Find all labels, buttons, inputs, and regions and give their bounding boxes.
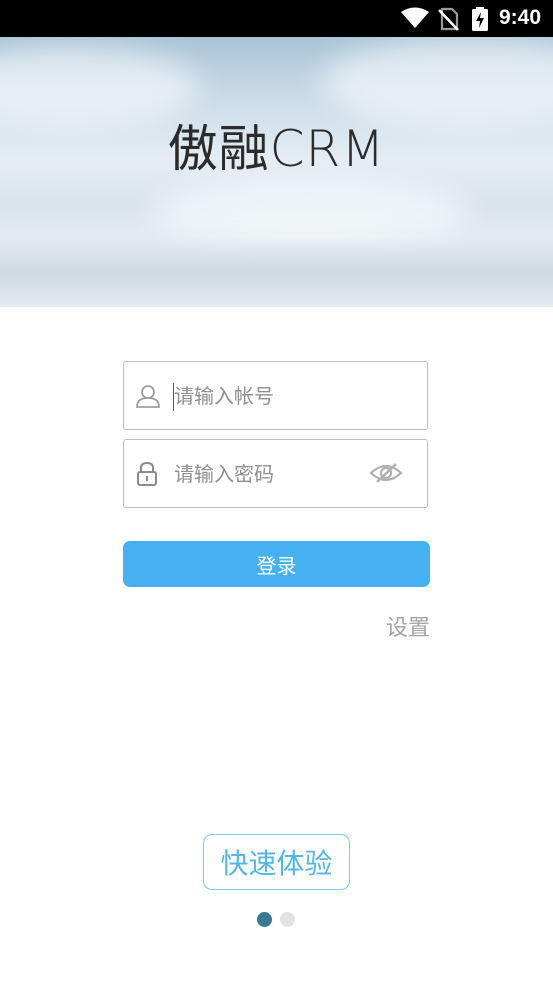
quick-experience-button[interactable]: 快速体验: [203, 834, 350, 890]
lock-icon: [135, 461, 159, 491]
page-dot[interactable]: [280, 912, 295, 927]
password-field[interactable]: [123, 439, 428, 508]
eye-hidden-icon[interactable]: [369, 460, 403, 490]
skyline-decoration: [0, 237, 553, 307]
logo-cn: 傲融: [167, 120, 270, 178]
logo-en: CRM: [269, 120, 386, 178]
user-icon: [135, 383, 161, 413]
login-button[interactable]: 登录: [123, 541, 430, 587]
app-logo: 傲融CRM: [0, 109, 553, 181]
settings-link[interactable]: 设置: [386, 610, 430, 642]
battery-charging-icon: [472, 7, 488, 35]
password-input[interactable]: [174, 454, 364, 494]
username-field[interactable]: [123, 361, 428, 430]
username-input[interactable]: [174, 376, 364, 416]
no-sim-icon: [437, 7, 459, 35]
status-bar: 9:40: [0, 0, 553, 37]
header-banner: 傲融CRM: [0, 37, 553, 307]
wifi-icon: [400, 7, 430, 33]
clock: 9:40: [498, 6, 541, 29]
page-dot-active[interactable]: [257, 912, 272, 927]
